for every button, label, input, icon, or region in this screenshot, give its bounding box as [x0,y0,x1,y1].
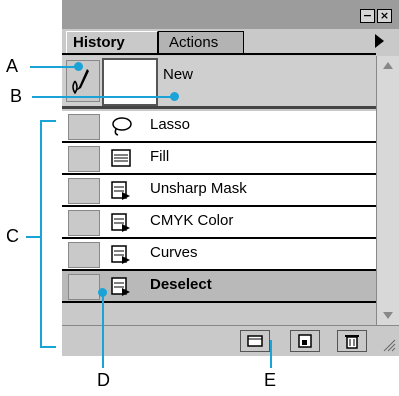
list-item[interactable]: CMYK Color [62,207,376,239]
new-snapshot-icon [298,334,312,348]
scrollbar[interactable] [376,56,399,325]
callout-e-line [270,340,272,368]
history-brush-source[interactable] [68,242,100,268]
new-document-icon [247,335,263,347]
list-item-label: Deselect [150,276,212,293]
callout-a-label: A [6,56,19,76]
history-state-icon [111,277,130,296]
callout-c-bracket [40,120,42,348]
list-item-label: Unsharp Mask [150,180,247,197]
resize-grip-icon[interactable] [380,336,396,352]
callout-d-label: D [97,370,110,390]
callout-c-tick [26,236,40,238]
history-brush-source[interactable] [68,274,100,300]
scroll-down-icon[interactable] [383,312,393,319]
history-state-icon [111,245,130,264]
list-item-label: CMYK Color [150,212,234,229]
palette-menu-arrow-icon[interactable] [375,34,384,48]
snapshot-thumbnail[interactable] [102,58,158,106]
minimize-button[interactable]: − [360,9,375,23]
callout-b-label: B [10,86,23,106]
palette-title-bar: − × [62,0,399,29]
history-palette: − × History Actions New Lasso Fill Unsha… [62,0,399,356]
callout-d-dot [98,288,107,297]
tab-actions[interactable]: Actions [158,31,244,53]
callout-e-label: E [264,370,277,390]
history-brush-source[interactable] [68,114,100,140]
new-document-button[interactable] [240,330,270,352]
list-item-label: Lasso [150,116,191,133]
callout-a-line [30,66,78,68]
list-item[interactable]: Lasso [62,111,376,143]
tab-divider [62,53,376,55]
history-state-icon [111,213,130,232]
close-button[interactable]: × [377,9,392,23]
list-item[interactable]: Unsharp Mask [62,175,376,207]
scroll-up-icon[interactable] [383,62,393,69]
callout-c-bracket-top [40,120,56,122]
tab-history[interactable]: History [66,31,158,53]
history-brush-source[interactable] [68,210,100,236]
history-state-icon [111,181,130,200]
snapshot-row[interactable]: New [62,56,376,106]
snapshot-separator [62,106,376,109]
delete-state-button[interactable] [337,330,367,352]
palette-bottom-bar [62,325,399,356]
list-item-selected[interactable]: Deselect [62,271,376,303]
list-item[interactable]: Curves [62,239,376,271]
list-item-label: Curves [150,244,198,261]
fill-icon [111,149,131,167]
list-item-label: Fill [150,148,170,165]
callout-b-dot [170,92,179,101]
callout-a-dot [74,62,83,71]
callout-d-line [102,292,104,368]
list-item[interactable]: Fill [62,143,376,175]
callout-c-bracket-bottom [40,346,56,348]
history-brush-source[interactable] [68,178,100,204]
snapshot-label: New [163,66,194,83]
callout-b-line [32,96,174,98]
new-snapshot-button[interactable] [290,330,320,352]
history-brush-source[interactable] [68,146,100,172]
callout-c-label: C [6,226,19,246]
trash-icon [345,335,359,349]
lasso-icon [112,117,132,136]
